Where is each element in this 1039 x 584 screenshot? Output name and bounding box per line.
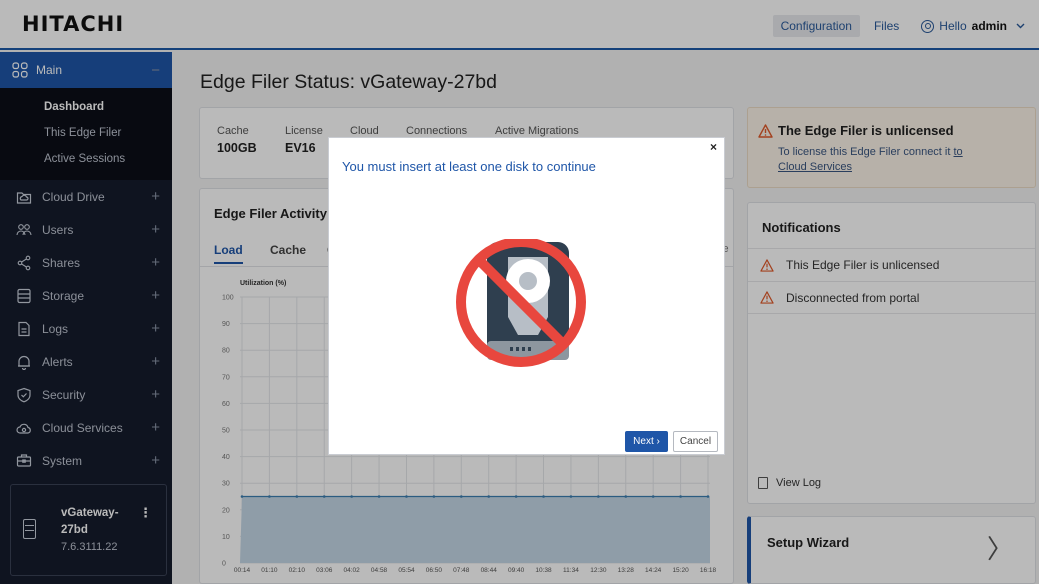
cancel-button[interactable]: Cancel (673, 431, 718, 452)
insert-disk-dialog: × You must insert at least one disk to c… (328, 137, 725, 455)
no-disk-icon (456, 239, 586, 367)
dialog-message: You must insert at least one disk to con… (342, 159, 596, 174)
close-icon[interactable]: × (710, 140, 717, 154)
next-button[interactable]: Next › (625, 431, 668, 452)
